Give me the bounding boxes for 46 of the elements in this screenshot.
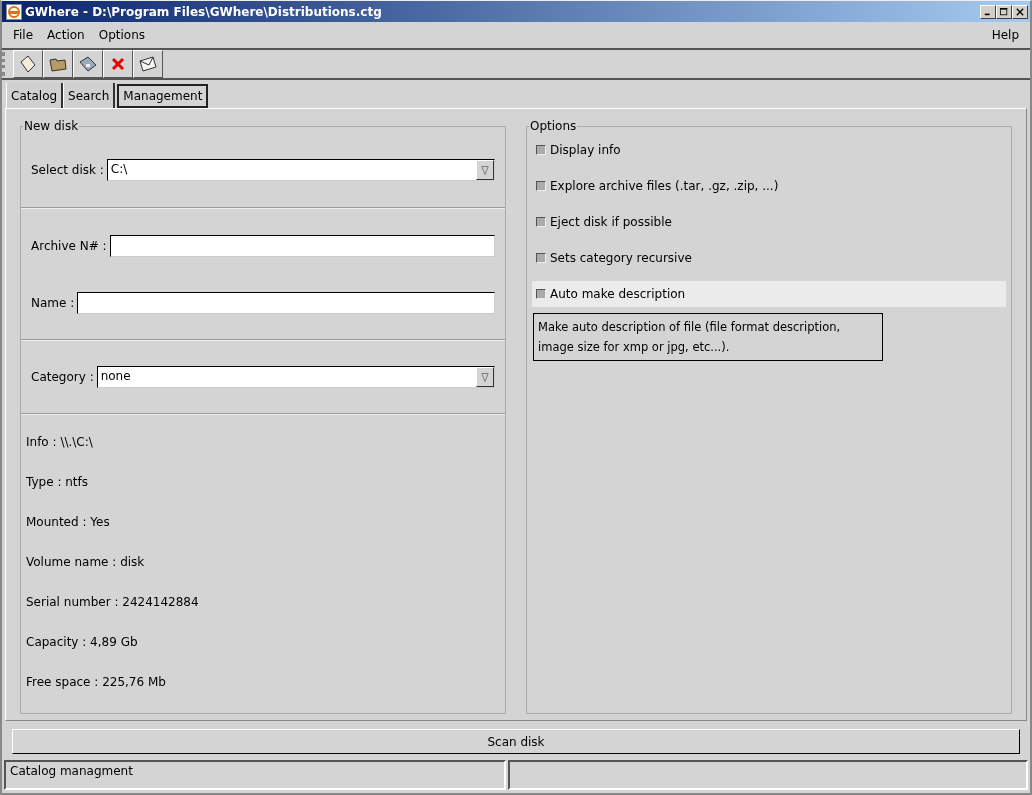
close-button[interactable]: [1012, 4, 1028, 19]
tab[interactable]: Management: [117, 84, 209, 108]
disk-info-text: Mounted : Yes: [26, 515, 111, 529]
tab[interactable]: Search: [63, 83, 116, 108]
delete-button[interactable]: [103, 50, 133, 78]
minimize-button[interactable]: [980, 4, 996, 19]
disk-info-text: Serial number : 2424142884: [26, 595, 200, 609]
category-dropdown[interactable]: none: [96, 366, 495, 388]
disk-info-text: Info : \\.\C:\: [26, 435, 94, 449]
close-icon[interactable]: [1016, 7, 1024, 16]
field-label: Archive N# :: [31, 238, 107, 253]
maximize-icon[interactable]: [1000, 7, 1008, 16]
option-checkbox[interactable]: Display info: [532, 137, 1006, 163]
envelope-icon[interactable]: [138, 54, 158, 74]
window-title: GWhere - D:\Program Files\GWhere\Distributions.ctg: [25, 4, 383, 19]
archive-number-field[interactable]: [109, 234, 495, 257]
option-checkbox[interactable]: Explore archive files (.tar, .gz, .zip, ...): [532, 173, 1006, 199]
mail-button[interactable]: [133, 50, 163, 78]
tab[interactable]: Catalog: [6, 83, 64, 108]
app-icon: [6, 3, 22, 20]
menu-item[interactable]: File: [6, 28, 41, 42]
field-label: Select disk :: [31, 163, 104, 177]
disk-info-text: Volume name : disk: [26, 555, 146, 569]
option-checkbox[interactable]: Eject disk if possible: [532, 209, 1006, 235]
menu-item[interactable]: Options: [91, 28, 152, 42]
save-button[interactable]: [73, 50, 103, 78]
disk-info-text: Free space : 225,76 Mb: [26, 675, 167, 689]
open-button[interactable]: [43, 50, 73, 78]
group-title: New disk: [23, 119, 80, 133]
name-field[interactable]: [77, 291, 495, 314]
group-title: Options: [529, 119, 578, 133]
disk-dropdown[interactable]: C:\: [106, 159, 495, 181]
option-checkbox[interactable]: Auto make description: [532, 281, 1006, 307]
field-label: Name :: [31, 295, 75, 310]
disk-info-text: Capacity : 4,89 Gb: [26, 635, 139, 649]
page-icon[interactable]: [18, 54, 38, 74]
option-checkbox[interactable]: Sets category recursive: [532, 245, 1006, 271]
menu-item[interactable]: Help: [984, 28, 1026, 42]
field-label: Category :: [31, 370, 94, 384]
menu-item[interactable]: Action: [40, 28, 92, 42]
disk-info-text: Type : ntfs: [26, 475, 90, 489]
maximize-button[interactable]: [996, 4, 1012, 19]
new-file-button[interactable]: [13, 50, 43, 78]
status-bar-panel: Catalog managment: [4, 760, 506, 790]
scan-disk-button[interactable]: Scan disk: [12, 729, 1020, 754]
tooltip: Make auto description of file (file format description, image size for xmp or jpg, etc...).: [533, 313, 883, 361]
